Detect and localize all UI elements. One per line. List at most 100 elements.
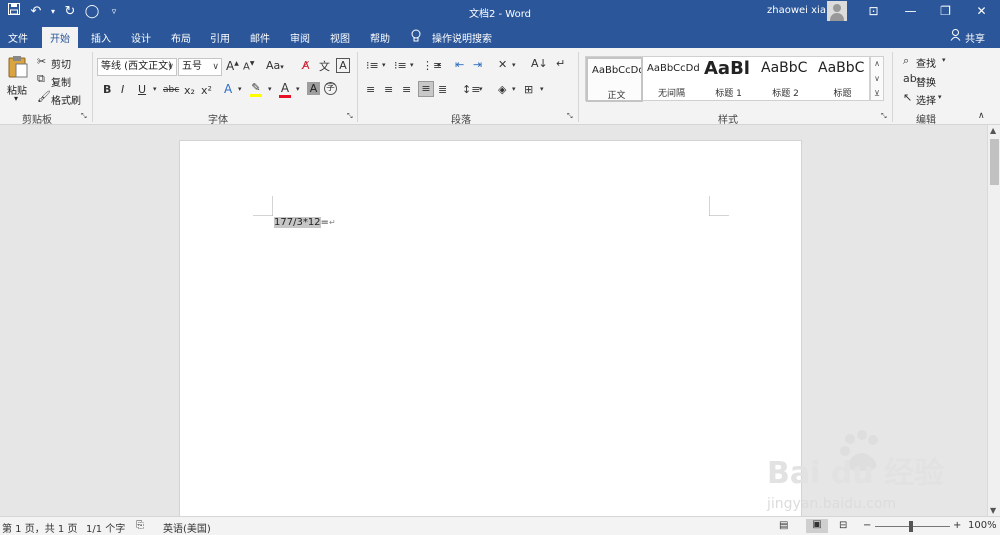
underline-dropdown-icon[interactable]: ▾ (153, 85, 157, 93)
bullets-dropdown-icon[interactable]: ▾ (382, 61, 386, 69)
print-layout-icon[interactable]: ▣ (806, 519, 828, 533)
increase-indent-icon[interactable]: ⇥ (473, 58, 482, 71)
numbering-dropdown-icon[interactable]: ▾ (410, 61, 414, 69)
scroll-down-icon[interactable]: ▼ (990, 506, 996, 515)
chevron-down-icon[interactable]: ∨ (871, 72, 883, 87)
tab-help[interactable]: 帮助 (370, 30, 390, 45)
highlight-dropdown-icon[interactable]: ▾ (268, 85, 272, 93)
distributed-icon[interactable]: ≣ (438, 83, 447, 96)
vertical-scrollbar[interactable]: ▲ ▼ (987, 125, 1000, 516)
asian-layout-dropdown-icon[interactable]: ▾ (512, 61, 516, 69)
clipboard-launcher-icon[interactable]: ⤡ (81, 112, 87, 121)
align-left-icon[interactable]: ≡ (366, 83, 375, 96)
gallery-more-icon[interactable]: ⊻ (871, 87, 883, 102)
subscript-button[interactable]: x₂ (184, 84, 195, 97)
character-border-icon[interactable]: A (336, 58, 350, 73)
multilevel-dropdown-icon[interactable]: ▾ (437, 61, 441, 69)
borders-icon[interactable]: ⊞ (524, 83, 533, 96)
italic-button[interactable]: I (121, 83, 124, 96)
style-heading-2[interactable]: AaBbC 标题 2 (757, 57, 814, 102)
close-icon[interactable]: ✕ (964, 0, 999, 22)
equals-sign[interactable]: = (321, 217, 329, 228)
word-count[interactable]: 1/1 个字 (86, 520, 125, 535)
copy-button[interactable]: 复制 (51, 74, 71, 89)
restore-icon[interactable]: ❐ (928, 0, 963, 22)
font-color-icon[interactable]: A (279, 81, 291, 98)
scissors-icon[interactable]: ✂ (37, 55, 46, 68)
align-right-icon[interactable]: ≡ (402, 83, 411, 96)
format-painter-icon[interactable]: 🖌 (37, 90, 51, 103)
style-heading-1[interactable]: AaBl 标题 1 (700, 57, 757, 102)
cut-button[interactable]: 剪切 (51, 56, 71, 71)
line-spacing-dropdown-icon[interactable]: ▾ (479, 85, 483, 93)
read-mode-icon[interactable]: ▤ (779, 520, 788, 531)
tab-layout[interactable]: 布局 (171, 30, 191, 45)
select-button[interactable]: 选择 (916, 92, 936, 107)
share-button[interactable]: 共享 (965, 30, 985, 45)
style-title[interactable]: AaBbC 标题 (814, 57, 871, 102)
superscript-button[interactable]: x² (201, 84, 212, 97)
align-center-icon[interactable]: ≡ (384, 83, 393, 96)
numbering-icon[interactable]: ⁝≡ (394, 59, 407, 72)
font-launcher-icon[interactable]: ⤡ (347, 112, 353, 121)
document-text[interactable]: 177/3*12=↵ (274, 217, 336, 228)
shading-dropdown-icon[interactable]: ▾ (512, 85, 516, 93)
scroll-up-icon[interactable]: ▲ (990, 126, 996, 135)
text-effects-icon[interactable]: A (224, 82, 232, 96)
document-page[interactable]: 177/3*12=↵ (179, 140, 802, 516)
paragraph-launcher-icon[interactable]: ⤡ (567, 112, 573, 121)
justify-icon[interactable]: ≡ (418, 81, 434, 97)
search-icon[interactable]: ⌕ (903, 54, 909, 68)
tab-mailings[interactable]: 邮件 (250, 30, 270, 45)
web-layout-icon[interactable]: ⊟ (839, 520, 847, 531)
lightbulb-icon[interactable] (411, 29, 421, 45)
tab-home[interactable]: 开始 (42, 27, 78, 48)
grow-font-icon[interactable]: A▲ (226, 59, 239, 73)
format-painter-button[interactable]: 格式刷 (51, 92, 81, 107)
minimize-icon[interactable]: — (893, 0, 928, 22)
phonetic-guide-icon[interactable]: 文 (319, 58, 330, 74)
find-button[interactable]: 查找 (916, 55, 936, 70)
zoom-slider-thumb[interactable] (909, 521, 913, 532)
zoom-out-icon[interactable]: − (863, 520, 871, 531)
find-dropdown-icon[interactable]: ▾ (942, 56, 946, 64)
change-case-icon[interactable]: Aa▾ (266, 59, 284, 72)
decrease-indent-icon[interactable]: ⇤ (455, 58, 464, 71)
paste-icon[interactable] (6, 55, 30, 79)
bullets-icon[interactable]: ⁝≡ (366, 59, 379, 72)
font-name-combo[interactable]: 等线 (西文正文) ∨ (97, 58, 177, 76)
chevron-up-icon[interactable]: ∧ (871, 57, 883, 72)
collapse-ribbon-icon[interactable]: ∧ (978, 111, 985, 121)
enclose-characters-icon[interactable]: 字 (324, 82, 337, 95)
scrollbar-thumb[interactable] (990, 139, 999, 185)
copy-icon[interactable]: ⧉ (37, 72, 45, 86)
selected-formula[interactable]: 177/3*12 (274, 217, 321, 228)
style-no-spacing[interactable]: AaBbCcDd 无间隔 (643, 57, 700, 102)
font-size-combo[interactable]: 五号 ∨ (178, 58, 222, 76)
replace-icon[interactable]: ab (903, 72, 917, 85)
zoom-in-icon[interactable]: + (953, 520, 961, 531)
highlight-icon[interactable]: ✎ (250, 81, 262, 97)
shrink-font-icon[interactable]: A▼ (243, 60, 254, 72)
style-normal[interactable]: AaBbCcDd 正文 (586, 57, 643, 102)
tab-design[interactable]: 设计 (131, 30, 151, 45)
strikethrough-button[interactable]: abc (163, 85, 179, 95)
language-indicator[interactable]: 英语(美国) (163, 520, 211, 535)
avatar[interactable] (827, 1, 847, 21)
proofing-icon[interactable]: ⎘ (136, 520, 144, 531)
zoom-level[interactable]: 100% (968, 520, 997, 531)
replace-button[interactable]: 替换 (916, 74, 936, 89)
character-shading-icon[interactable]: A (307, 82, 320, 95)
underline-button[interactable]: U (138, 83, 146, 96)
page-count[interactable]: 第 1 页，共 1 页 (2, 520, 77, 535)
tab-file[interactable]: 文件 (8, 30, 28, 45)
chevron-down-icon[interactable]: ∨ (212, 59, 219, 75)
borders-dropdown-icon[interactable]: ▾ (540, 85, 544, 93)
person-icon[interactable] (950, 29, 961, 44)
user-name[interactable]: zhaowei xia (767, 5, 826, 16)
tab-insert[interactable]: 插入 (91, 30, 111, 45)
text-effects-dropdown-icon[interactable]: ▾ (238, 85, 242, 93)
tab-view[interactable]: 视图 (330, 30, 350, 45)
tab-review[interactable]: 审阅 (290, 30, 310, 45)
clear-formatting-icon[interactable]: A̸ (302, 59, 310, 72)
